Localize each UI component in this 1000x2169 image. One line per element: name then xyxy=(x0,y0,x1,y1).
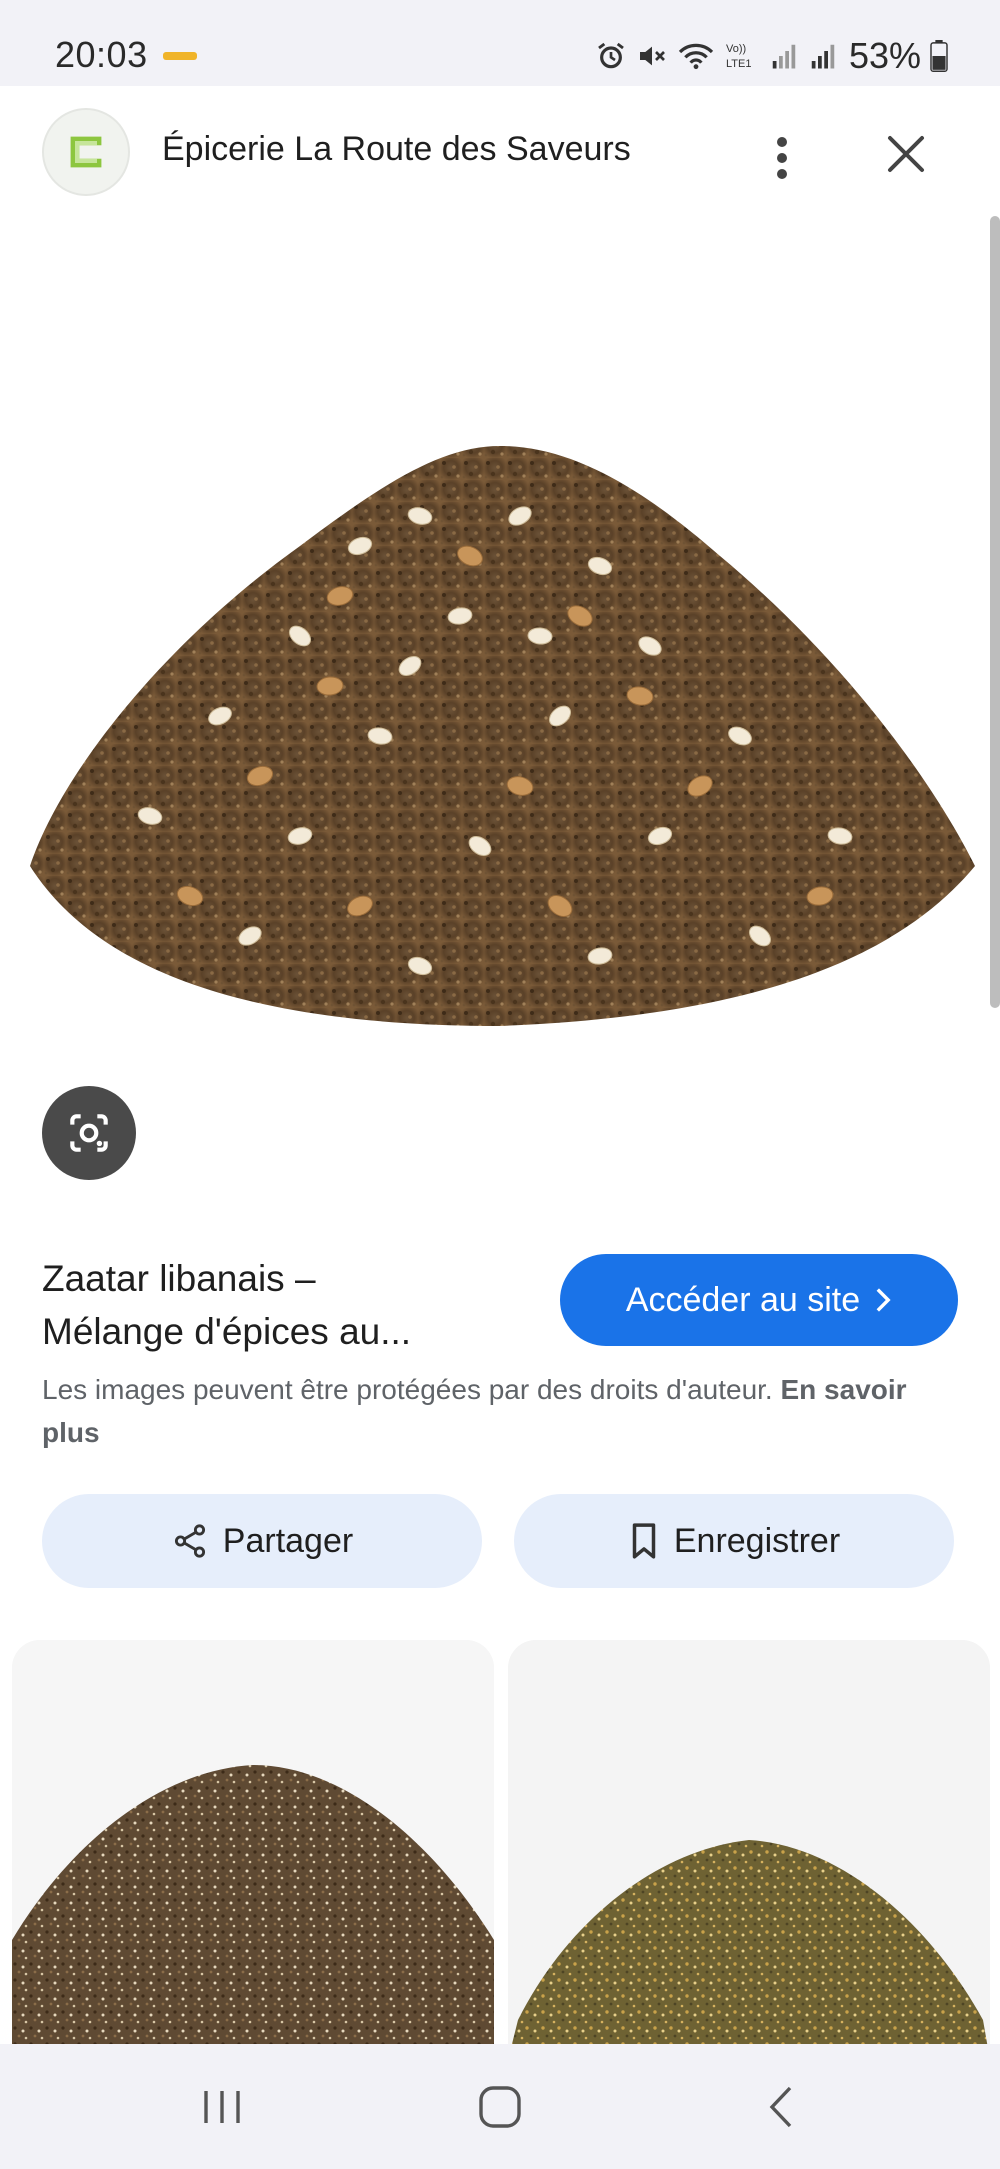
result-title-line1: Zaatar libanais – xyxy=(42,1258,316,1299)
back-button[interactable] xyxy=(750,2080,810,2134)
spice-pile-image xyxy=(0,216,1000,1216)
status-bar: 20:03 Vo)) LTE1 53% xyxy=(0,0,1000,86)
svg-text:LTE1: LTE1 xyxy=(726,58,751,70)
page-scrollbar[interactable] xyxy=(990,216,1000,1008)
signal-icon-2 xyxy=(811,44,835,69)
close-icon[interactable] xyxy=(880,128,932,180)
recents-icon xyxy=(204,2091,240,2123)
site-logo-icon[interactable] xyxy=(42,108,130,196)
image-detail-sheet: Épicerie La Route des Saveurs Zaatar lib… xyxy=(0,86,1000,2106)
site-name[interactable]: Épicerie La Route des Saveurs xyxy=(162,130,631,169)
home-button[interactable] xyxy=(470,2080,530,2134)
svg-text:Vo)): Vo)) xyxy=(726,43,746,55)
wifi-icon xyxy=(678,43,714,70)
visit-site-label: Accéder au site xyxy=(625,1280,861,1319)
recents-button[interactable] xyxy=(192,2080,252,2134)
logo-mark-icon xyxy=(70,136,102,168)
share-icon xyxy=(174,1524,205,1558)
related-spice-image-1 xyxy=(12,1640,494,2060)
status-icons: Vo)) LTE1 53% xyxy=(595,35,948,76)
copyright-notice: Les images peuvent être protégées par de… xyxy=(42,1368,942,1454)
alarm-icon xyxy=(598,42,624,69)
chevron-right-icon xyxy=(876,1288,891,1312)
system-navigation-bar xyxy=(0,2044,1000,2169)
home-icon xyxy=(479,2086,521,2128)
save-label: Enregistrer xyxy=(673,1521,841,1560)
mute-icon xyxy=(639,46,665,66)
related-image-1[interactable] xyxy=(12,1640,494,2060)
sheet-header: Épicerie La Route des Saveurs xyxy=(0,86,1000,216)
related-spice-image-2 xyxy=(508,1640,990,2060)
notification-indicator-icon xyxy=(163,52,197,60)
status-time: 20:03 xyxy=(55,34,148,75)
back-icon xyxy=(769,2086,792,2128)
lens-icon xyxy=(70,1114,108,1152)
battery-percentage: 53% xyxy=(848,35,921,76)
copyright-text: Les images peuvent être protégées par de… xyxy=(42,1374,773,1405)
share-label: Partager xyxy=(222,1521,354,1560)
visit-site-button[interactable]: Accéder au site xyxy=(560,1254,958,1346)
google-lens-button[interactable] xyxy=(42,1086,136,1180)
zaatar-product-image[interactable] xyxy=(0,216,1000,1216)
save-button[interactable]: Enregistrer xyxy=(514,1494,954,1588)
result-title-line2: Mélange d'épices au... xyxy=(42,1311,412,1352)
volte-icon: Vo)) LTE1 xyxy=(726,43,751,70)
result-title[interactable]: Zaatar libanais – Mélange d'épices au... xyxy=(42,1252,522,1358)
battery-icon xyxy=(930,40,948,72)
more-vert-icon[interactable] xyxy=(760,128,804,188)
signal-icon-1 xyxy=(772,44,796,69)
bookmark-icon xyxy=(632,1523,656,1559)
related-image-2[interactable] xyxy=(508,1640,990,2060)
share-button[interactable]: Partager xyxy=(42,1494,482,1588)
